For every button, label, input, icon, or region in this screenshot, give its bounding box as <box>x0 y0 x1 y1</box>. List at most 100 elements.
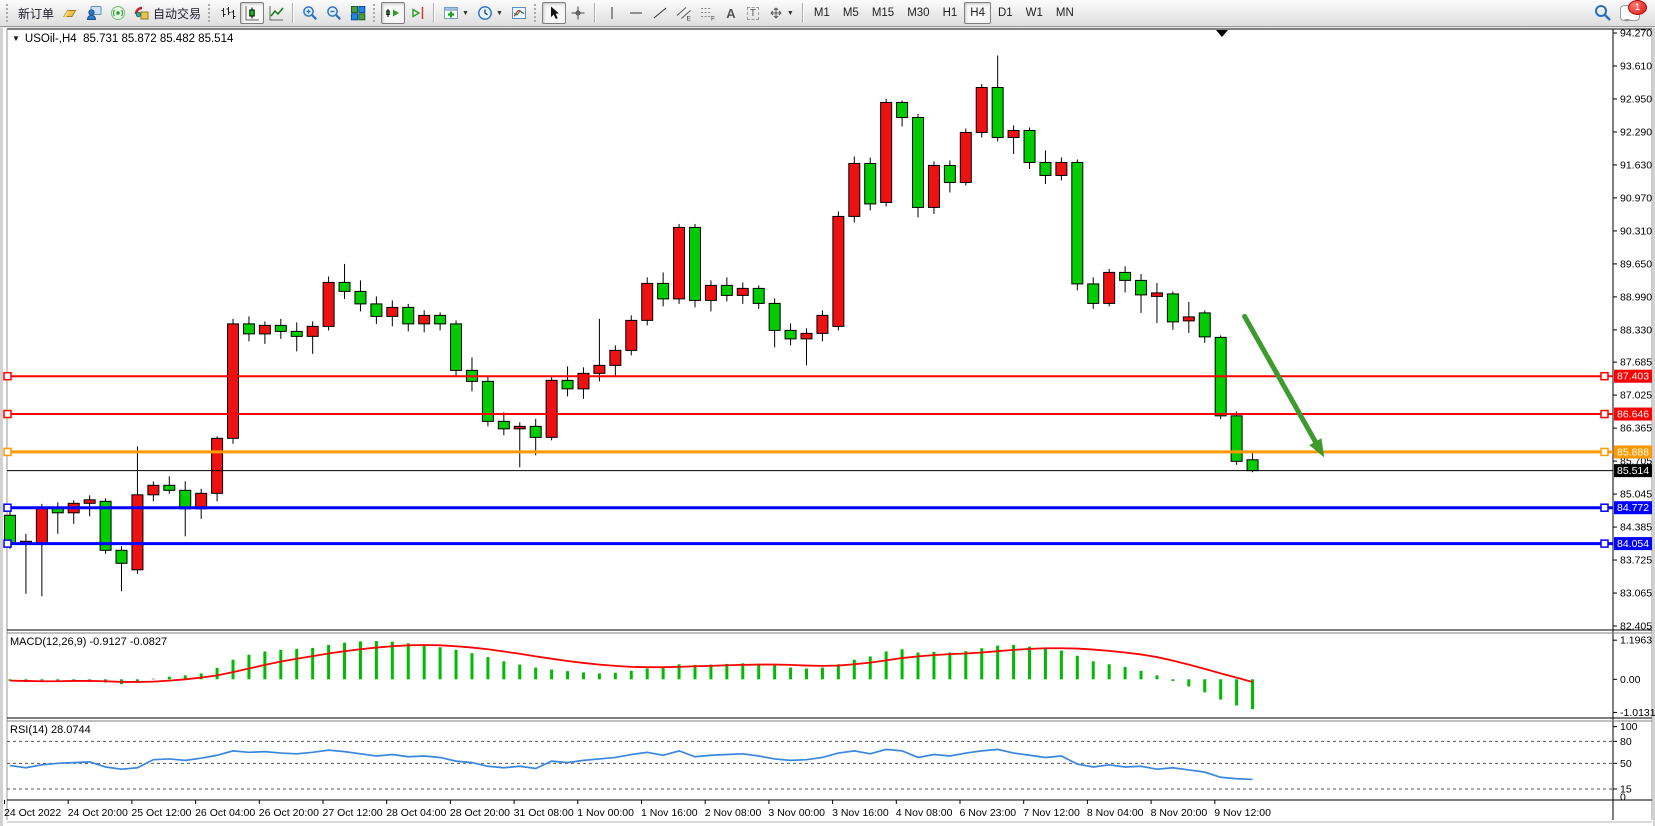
line-handle[interactable] <box>1601 540 1608 547</box>
text-label-tool-button[interactable]: T <box>742 2 764 24</box>
line-handle[interactable] <box>1601 411 1608 418</box>
timeframe-button-M1[interactable]: M1 <box>808 2 836 24</box>
candle-body <box>482 381 493 421</box>
timeframe-button-D1[interactable]: D1 <box>992 2 1019 24</box>
timeframe-button-H1[interactable]: H1 <box>937 2 964 24</box>
candle-body <box>323 282 334 326</box>
candle-body <box>243 324 254 334</box>
vertical-line-tool-button[interactable] <box>600 2 624 24</box>
candle-body <box>419 315 430 323</box>
line-handle[interactable] <box>4 540 11 547</box>
candle-body <box>658 283 669 298</box>
toolbar-grip[interactable] <box>208 4 213 22</box>
cursor-button[interactable] <box>542 2 566 24</box>
autotrade-label: 自动交易 <box>153 5 201 22</box>
zoom-in-button[interactable] <box>298 2 322 24</box>
price-tick-label: 93.610 <box>1620 60 1652 72</box>
horizontal-line-icon <box>628 5 644 21</box>
line-handle[interactable] <box>4 504 11 511</box>
price-tick-label: 82.405 <box>1620 621 1652 633</box>
line-handle[interactable] <box>1601 448 1608 455</box>
chart-shift-button[interactable] <box>405 2 429 24</box>
candle-body <box>403 307 414 323</box>
toolbar-grip[interactable] <box>373 4 378 22</box>
arrows-tool-button[interactable]: ▼ <box>764 2 798 24</box>
template-icon <box>511 5 527 21</box>
line-handle[interactable] <box>4 448 11 455</box>
timeframe-button-M30[interactable]: M30 <box>901 2 935 24</box>
candle-body <box>1183 317 1194 321</box>
candle-body <box>84 500 95 503</box>
candle-body <box>228 324 239 438</box>
trend-arrow-head[interactable] <box>1309 438 1324 457</box>
line-handle[interactable] <box>1601 373 1608 380</box>
crosshair-button[interactable] <box>566 2 590 24</box>
time-tick-label: 8 Nov 04:00 <box>1087 807 1144 819</box>
candle-body <box>897 102 908 117</box>
candlestick-chart-button[interactable] <box>240 2 264 24</box>
rsi-line <box>10 749 1253 779</box>
timeframe-button-H4[interactable]: H4 <box>964 2 991 24</box>
timeframe-button-M15[interactable]: M15 <box>866 2 900 24</box>
line-handle[interactable] <box>4 411 11 418</box>
community-button[interactable] <box>82 2 106 24</box>
templates-button[interactable] <box>507 2 531 24</box>
time-tick-label: 9 Nov 12:00 <box>1214 807 1271 819</box>
macd-axis-label: -1.0131 <box>1620 707 1655 719</box>
toolbar-grip[interactable] <box>6 4 11 22</box>
tile-windows-button[interactable] <box>346 2 370 24</box>
candle-body <box>1199 313 1210 337</box>
line-chart-button[interactable] <box>264 2 288 24</box>
timeframe-button-MN[interactable]: MN <box>1050 2 1080 24</box>
candle-body <box>148 485 159 494</box>
zoom-out-button[interactable] <box>322 2 346 24</box>
candle-body <box>753 288 764 303</box>
candle-body <box>435 315 446 323</box>
line-handle[interactable] <box>4 373 11 380</box>
vertical-line-icon <box>604 5 620 21</box>
candle-body <box>594 365 605 373</box>
candle-body <box>626 320 637 350</box>
search-button[interactable] <box>1590 2 1616 24</box>
candle-body <box>1120 272 1131 280</box>
toolbar-grip[interactable] <box>534 4 539 22</box>
one-click-expander-icon[interactable]: ▼ <box>12 34 20 43</box>
trend-arrow-line[interactable] <box>1245 316 1319 446</box>
horizontal-line-tool-button[interactable] <box>624 2 648 24</box>
candle-body <box>339 282 350 291</box>
price-chart[interactable]: 94.27093.61092.95092.29091.63090.97090.3… <box>0 0 1655 826</box>
new-order-button[interactable]: 新订单 <box>14 2 58 24</box>
candle-body <box>498 421 509 428</box>
periods-button[interactable]: ▼ <box>473 2 507 24</box>
candle-body <box>674 227 685 298</box>
signals-button[interactable] <box>106 2 130 24</box>
trendline-tool-button[interactable] <box>648 2 672 24</box>
bar-chart-button[interactable] <box>216 2 240 24</box>
timeframe-button-M5[interactable]: M5 <box>837 2 865 24</box>
line-handle[interactable] <box>1601 504 1608 511</box>
candle-body <box>785 330 796 338</box>
autotrade-button[interactable]: 自动交易 <box>130 2 205 24</box>
trendline-icon <box>652 5 668 21</box>
candle-body <box>976 87 987 132</box>
candlestick-chart-icon <box>244 5 260 21</box>
level-price-label: 86.646 <box>1617 409 1649 421</box>
fibonacci-tool-button[interactable]: F <box>696 2 720 24</box>
candle-body <box>849 163 860 216</box>
candle-body <box>116 550 127 563</box>
text-tool-button[interactable]: A <box>720 2 742 24</box>
channel-tool-button[interactable]: E <box>672 2 696 24</box>
timeframe-button-W1[interactable]: W1 <box>1020 2 1049 24</box>
time-tick-label: 28 Oct 20:00 <box>450 807 510 819</box>
time-tick-label: 3 Nov 00:00 <box>768 807 825 819</box>
chart-shift-marker[interactable] <box>1216 30 1228 37</box>
crosshair-icon <box>570 5 586 21</box>
label-tool-label: T <box>747 7 759 20</box>
indicators-button[interactable]: ▼ <box>439 2 473 24</box>
notifications-button[interactable]: 1 <box>1616 2 1644 24</box>
auto-scroll-button[interactable] <box>381 2 405 24</box>
rsi-axis-label: 0 <box>1620 792 1626 804</box>
candle-body <box>705 285 716 300</box>
market-button[interactable] <box>58 2 82 24</box>
time-tick-label: 24 Oct 2022 <box>4 807 61 819</box>
